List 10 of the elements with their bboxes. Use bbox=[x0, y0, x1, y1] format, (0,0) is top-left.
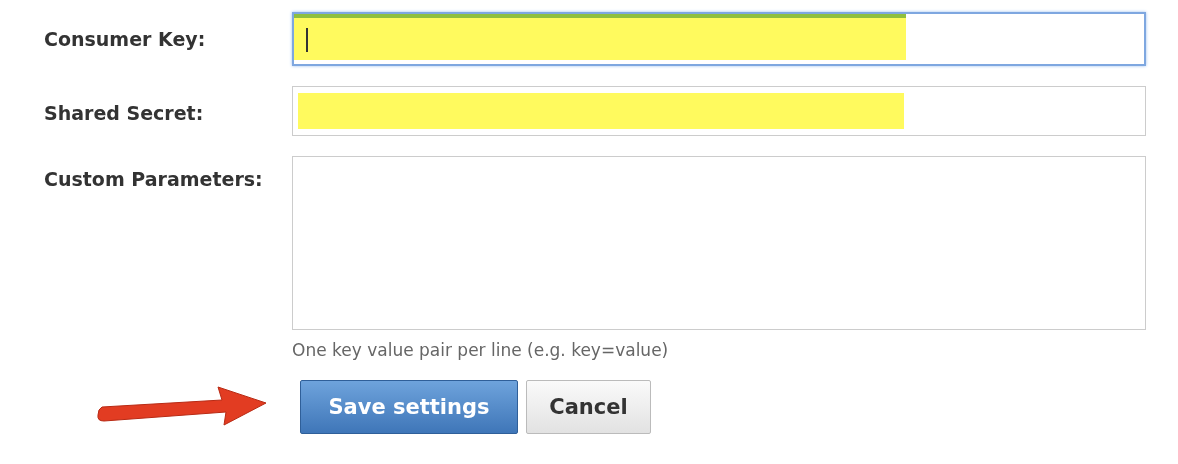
field-label: Shared Secret: bbox=[44, 101, 205, 124]
text-area[interactable] bbox=[292, 156, 1146, 330]
field-label: Custom Parameters: bbox=[44, 167, 264, 190]
text-cursor bbox=[306, 28, 308, 52]
cancel-button[interactable]: Cancel bbox=[526, 380, 651, 434]
field-label: Consumer Key: bbox=[44, 27, 207, 50]
input-field[interactable] bbox=[292, 86, 1146, 136]
hint-text: One key value pair per line (e.g. key=value) bbox=[292, 340, 670, 360]
input-field[interactable] bbox=[292, 12, 1146, 66]
save-button[interactable]: Save settings bbox=[300, 380, 518, 434]
